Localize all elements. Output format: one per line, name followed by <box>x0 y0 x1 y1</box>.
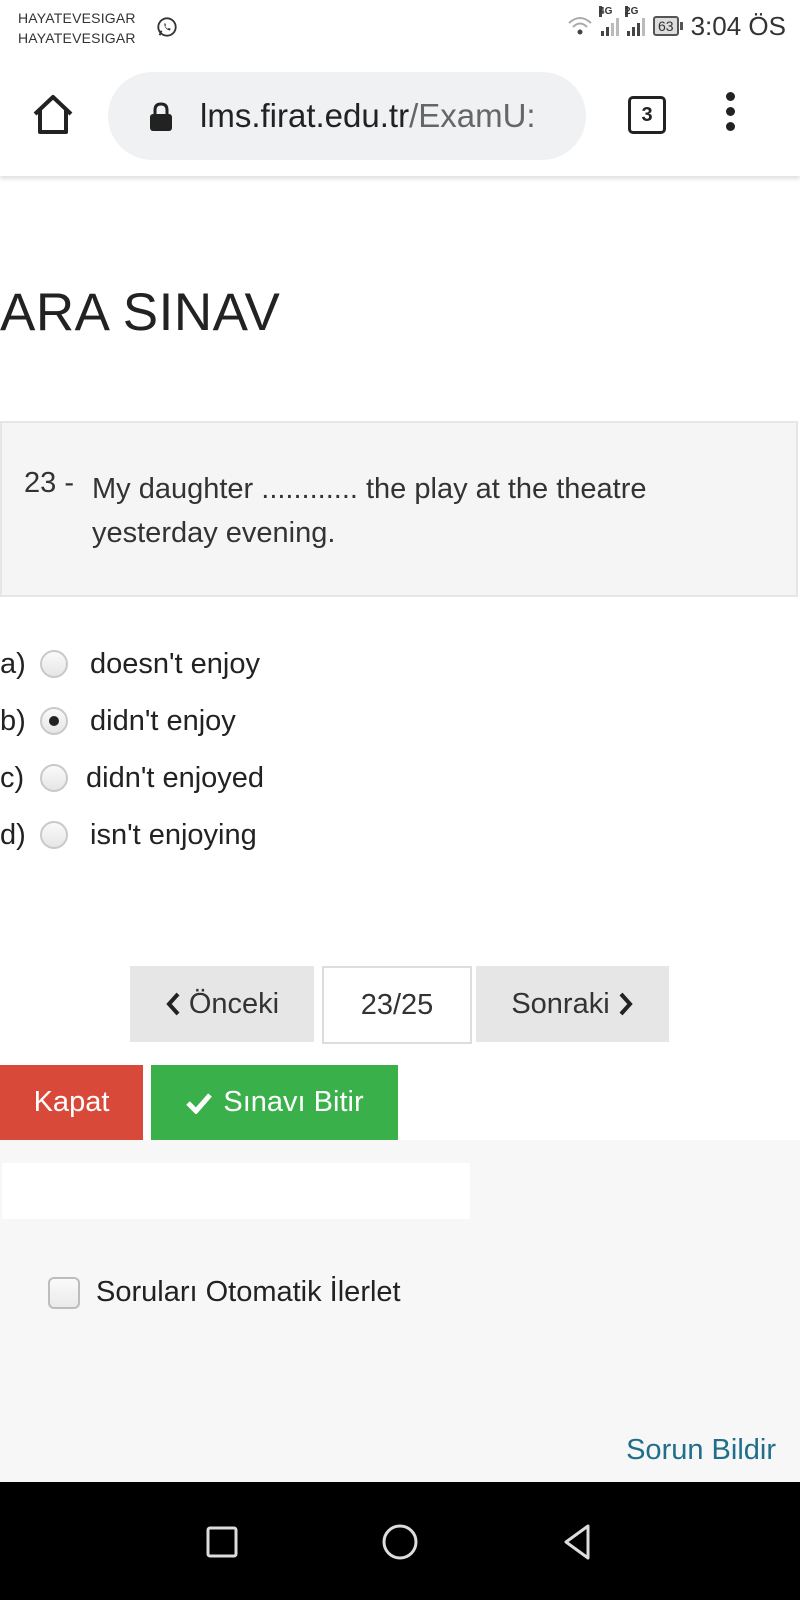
url-domain: lms.firat.edu.tr <box>200 97 410 134</box>
url-path: /ExamU: <box>409 97 536 134</box>
finish-exam-label: Sınavı Bitir <box>223 1086 364 1118</box>
browser-toolbar: lms.firat.edu.tr/ExamU: 3 <box>0 54 800 176</box>
wifi-icon <box>568 17 592 35</box>
option-d[interactable]: d) isn't enjoying <box>0 811 257 859</box>
option-letter: c) <box>0 761 25 794</box>
checkmark-icon <box>186 1092 213 1114</box>
previous-label: Önceki <box>188 987 280 1020</box>
option-a[interactable]: a) doesn't enjoy <box>0 640 260 688</box>
radio-button[interactable] <box>40 650 68 678</box>
radio-button[interactable] <box>40 764 68 792</box>
auto-advance-checkbox[interactable] <box>48 1276 80 1309</box>
question-number: 23 - <box>24 467 74 499</box>
url-text: lms.firat.edu.tr/ExamU: <box>200 94 536 138</box>
report-problem-link[interactable]: Sorun Bildir <box>626 1434 776 1467</box>
option-letter: b) <box>0 704 26 737</box>
question-panel: 23 - My daughter ............ the play a… <box>0 421 798 597</box>
network-type-1: 4G <box>599 6 613 17</box>
clock: 3:04 ÖS <box>690 10 786 41</box>
next-label: Sonraki <box>511 987 610 1020</box>
battery-level: 63 <box>653 16 679 36</box>
notification-label-2: HAYATEVESIGAR <box>18 30 136 46</box>
finish-exam-button[interactable]: Sınavı Bitir <box>151 1065 398 1140</box>
chevron-left-icon <box>166 992 180 1016</box>
overflow-menu-icon[interactable] <box>722 92 738 138</box>
home-circle-icon[interactable] <box>378 1520 422 1564</box>
option-letter: d) <box>0 818 26 851</box>
address-bar[interactable]: lms.firat.edu.tr/ExamU: <box>108 72 586 160</box>
radio-button-selected[interactable] <box>40 707 68 735</box>
signal-2g-icon: 2G <box>625 6 646 36</box>
option-text: doesn't enjoy <box>90 647 260 680</box>
home-icon[interactable] <box>30 92 76 138</box>
option-text: didn't enjoy <box>90 704 236 737</box>
chevron-right-icon <box>619 992 633 1016</box>
system-navigation-bar <box>0 1482 800 1600</box>
notification-labels: HAYATEVESIGAR HAYATEVESIGAR <box>18 8 136 48</box>
status-bar: HAYATEVESIGAR HAYATEVESIGAR 4G 2G 63 3:0… <box>0 0 800 54</box>
option-text: isn't enjoying <box>90 818 257 851</box>
lock-icon <box>150 102 172 131</box>
page-indicator: 23/25 <box>322 966 472 1044</box>
notification-label-1: HAYATEVESIGAR <box>18 10 136 26</box>
option-b[interactable]: b) didn't enjoy <box>0 697 236 745</box>
next-button[interactable]: Sonraki <box>476 966 669 1042</box>
whatsapp-icon <box>157 17 177 37</box>
previous-button[interactable]: Önceki <box>130 966 314 1042</box>
network-type-2: 2G <box>625 6 639 17</box>
auto-advance-label: Soruları Otomatik İlerlet <box>96 1276 401 1308</box>
question-text: My daughter ............ the play at the… <box>92 473 647 549</box>
recent-apps-icon[interactable] <box>200 1520 244 1564</box>
option-text: didn't enjoyed <box>86 761 265 794</box>
system-indicators: 4G 2G 63 3:04 ÖS <box>567 6 786 44</box>
exam-title: ARA SINAV <box>0 283 281 342</box>
battery-icon: 63 <box>653 16 683 36</box>
auto-advance-option[interactable]: Soruları Otomatik İlerlet <box>48 1276 401 1309</box>
signal-4g-icon: 4G <box>599 6 620 36</box>
close-button[interactable]: Kapat <box>0 1065 143 1140</box>
blank-panel <box>2 1163 470 1219</box>
back-triangle-icon[interactable] <box>556 1520 600 1564</box>
option-c[interactable]: c) didn't enjoyed <box>0 754 264 802</box>
option-letter: a) <box>0 647 26 680</box>
radio-button[interactable] <box>40 821 68 849</box>
tab-switcher-button[interactable]: 3 <box>628 96 666 134</box>
